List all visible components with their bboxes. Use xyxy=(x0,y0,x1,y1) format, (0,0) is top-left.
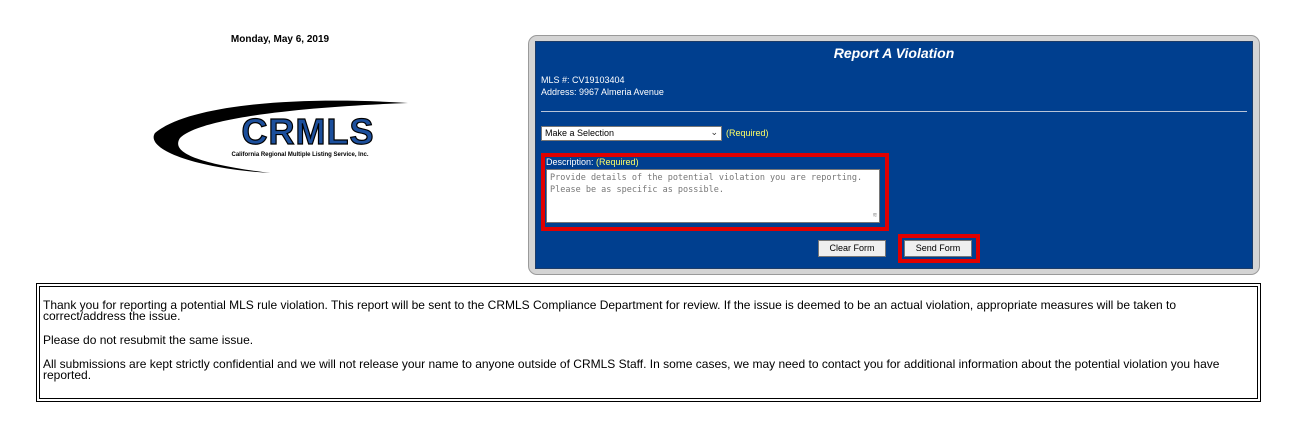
violation-type-select[interactable]: Make a Selection ⌄ xyxy=(541,126,722,141)
property-address: Address: 9967 Almeria Avenue xyxy=(541,87,664,97)
form-title: Report A Violation xyxy=(833,45,955,61)
description-textarea[interactable]: Provide details of the potential violati… xyxy=(546,169,880,223)
select-required-label: (Required) xyxy=(726,128,769,138)
mls-number: MLS #: CV19103404 xyxy=(541,75,625,85)
chevron-down-icon: ⌄ xyxy=(710,127,718,137)
svg-text:California Regional Multiple L: California Regional Multiple Listing Ser… xyxy=(231,152,368,158)
svg-text:CRMLS: CRMLS xyxy=(242,111,375,152)
description-highlight: Description: (Required) Provide details … xyxy=(541,153,889,231)
notice-box: Thank you for reporting a potential MLS … xyxy=(36,283,1261,402)
clear-form-button[interactable]: Clear Form xyxy=(818,240,886,257)
description-label: Description: (Required) xyxy=(546,157,639,167)
crmls-logo: CRMLS California Regional Multiple Listi… xyxy=(150,98,412,178)
select-value: Make a Selection xyxy=(545,128,615,138)
notice-paragraph: Please do not resubmit the same issue. xyxy=(43,333,254,347)
description-placeholder: Provide details of the potential violati… xyxy=(550,173,863,195)
description-required-label: (Required) xyxy=(596,157,639,167)
notice-paragraph: Thank you for reporting a potential MLS … xyxy=(43,298,1177,323)
divider xyxy=(541,111,1247,112)
resize-grip-icon[interactable]: ≋ xyxy=(873,209,877,221)
send-form-button[interactable]: Send Form xyxy=(904,240,972,257)
notice-paragraph: All submissions are kept strictly confid… xyxy=(43,357,1220,382)
current-date: Monday, May 6, 2019 xyxy=(230,34,330,45)
report-violation-panel: Report A Violation MLS #: CV19103404 Add… xyxy=(535,41,1253,269)
